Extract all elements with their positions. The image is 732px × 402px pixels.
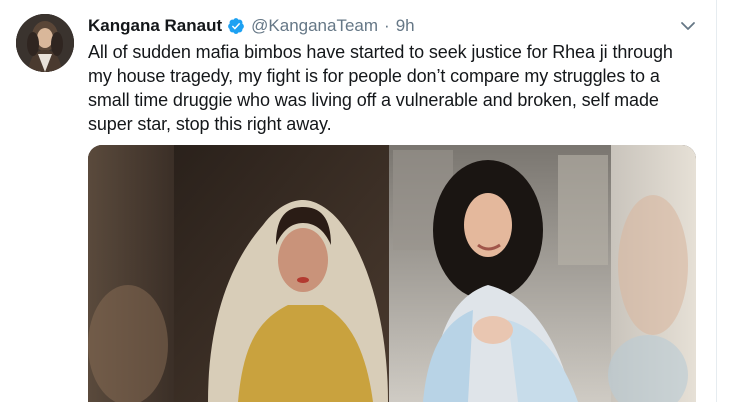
separator-dot: ·: [384, 16, 390, 35]
tweet-text: All of sudden mafia bimbos have started …: [88, 42, 673, 134]
avatar-photo: [16, 14, 74, 72]
verified-badge-icon: [228, 18, 245, 34]
tweet-timestamp[interactable]: 9h: [396, 16, 415, 36]
author-name[interactable]: Kangana Ranaut: [88, 16, 222, 36]
collage-photo: [88, 145, 696, 402]
tweet-media-image[interactable]: [88, 145, 696, 402]
tweet-card[interactable]: Kangana Ranaut @KanganaTeam · 9h All of …: [0, 0, 717, 402]
chevron-down-icon[interactable]: [678, 16, 698, 36]
tweet-header: Kangana Ranaut @KanganaTeam · 9h: [88, 14, 415, 38]
author-handle[interactable]: @KanganaTeam: [251, 16, 378, 36]
avatar[interactable]: [16, 14, 74, 72]
